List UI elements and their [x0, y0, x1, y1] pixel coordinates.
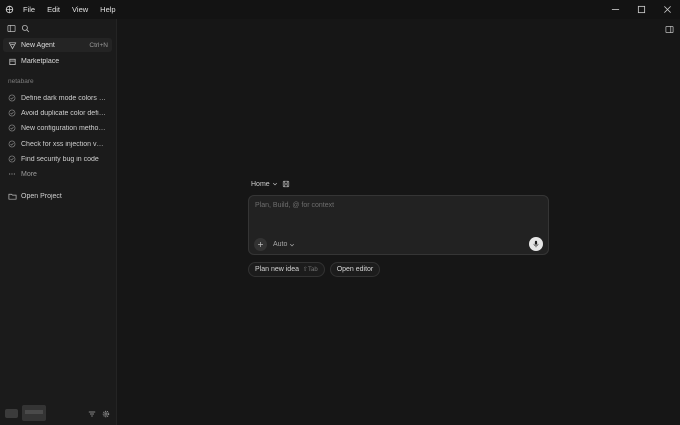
check-circle-icon — [6, 92, 18, 104]
title-bar: File Edit View Help — [0, 0, 680, 19]
new-agent-label: New Agent — [21, 41, 55, 49]
folder-icon — [6, 190, 18, 202]
open-project-label: Open Project — [21, 192, 62, 200]
search-icon[interactable] — [19, 23, 31, 35]
save-icon[interactable] — [282, 180, 290, 188]
more-button[interactable]: More — [3, 167, 112, 181]
thread-item[interactable]: Define dark mode colors in … — [3, 91, 112, 105]
plus-icon — [258, 242, 263, 247]
thread-title: Find security bug in code — [21, 155, 99, 163]
thread-title: Avoid duplicate color defini… — [21, 109, 107, 117]
prompt-composer[interactable]: Plan, Build, @ for context Auto — [248, 195, 549, 255]
thread-item[interactable]: New configuration methods… — [3, 121, 112, 135]
marketplace-icon — [6, 55, 18, 67]
maximize-button[interactable] — [628, 0, 654, 19]
more-label: More — [21, 170, 37, 178]
close-icon — [663, 6, 671, 13]
breadcrumb: Home — [251, 180, 290, 188]
new-agent-shortcut: Ctrl+N — [89, 41, 108, 49]
section-label: netabare — [8, 78, 34, 85]
check-circle-icon — [6, 122, 18, 134]
breadcrumb-home[interactable]: Home — [251, 181, 278, 188]
app-logo-icon — [1, 0, 17, 19]
close-button[interactable] — [654, 0, 680, 19]
breadcrumb-home-label: Home — [251, 180, 270, 188]
menu-bar: File Edit View Help — [17, 0, 122, 19]
thread-title: New configuration methods… — [21, 124, 107, 132]
menu-file[interactable]: File — [17, 0, 41, 19]
thread-title: Define dark mode colors in … — [21, 94, 107, 102]
window-controls — [602, 0, 680, 19]
open-editor-button[interactable]: Open editor — [329, 262, 381, 277]
sidebar-toggle-icon[interactable] — [5, 23, 17, 35]
sidebar-footer — [0, 403, 117, 425]
new-agent-button[interactable]: New Agent Ctrl+N — [3, 38, 112, 52]
sidebar: New Agent Ctrl+N Marketplace netabare De… — [0, 19, 117, 425]
plan-new-idea-button[interactable]: Plan new idea ⇧Tab — [248, 262, 325, 277]
thread-item[interactable]: Find security bug in code — [3, 152, 112, 166]
footer-icons — [86, 408, 111, 419]
mode-selector[interactable]: Auto — [273, 241, 295, 248]
thread-title: Check for xss injection vuln… — [21, 140, 107, 148]
check-circle-icon — [6, 138, 18, 150]
plan-shortcut-hint: ⇧Tab — [302, 267, 318, 273]
avatar[interactable] — [5, 409, 18, 418]
add-context-button[interactable] — [254, 238, 267, 251]
gear-icon[interactable] — [100, 408, 111, 419]
prompt-placeholder[interactable]: Plan, Build, @ for context — [255, 202, 334, 209]
open-editor-label: Open editor — [336, 266, 374, 273]
open-project-button[interactable]: Open Project — [3, 189, 112, 203]
plan-new-idea-label: Plan new idea — [255, 266, 299, 273]
menu-edit[interactable]: Edit — [41, 0, 66, 19]
maximize-icon — [637, 5, 645, 14]
menu-view[interactable]: View — [66, 0, 94, 19]
minimize-icon — [611, 9, 619, 10]
thread-item[interactable]: Check for xss injection vuln… — [3, 137, 112, 151]
mode-label: Auto — [273, 241, 288, 248]
chevron-down-icon — [290, 243, 295, 246]
quick-actions: Plan new idea ⇧Tab Open editor — [248, 262, 381, 277]
account-badge[interactable] — [22, 405, 46, 421]
panel-toggle-icon[interactable] — [663, 23, 675, 35]
minimize-button[interactable] — [602, 0, 628, 19]
marketplace-label: Marketplace — [21, 57, 60, 65]
more-icon — [6, 168, 18, 180]
chevron-down-icon — [272, 182, 277, 186]
thread-item[interactable]: Avoid duplicate color defini… — [3, 106, 112, 120]
sidebar-toolbar — [0, 19, 117, 38]
microphone-icon — [533, 240, 539, 248]
voice-input-button[interactable] — [529, 237, 543, 251]
filter-icon[interactable] — [86, 408, 97, 419]
check-circle-icon — [6, 107, 18, 119]
marketplace-button[interactable]: Marketplace — [3, 54, 112, 68]
menu-help[interactable]: Help — [94, 0, 121, 19]
main-panel: Home Plan, Build, @ for context Auto Pla… — [118, 19, 680, 425]
check-circle-icon — [6, 153, 18, 165]
agent-icon — [6, 39, 18, 51]
